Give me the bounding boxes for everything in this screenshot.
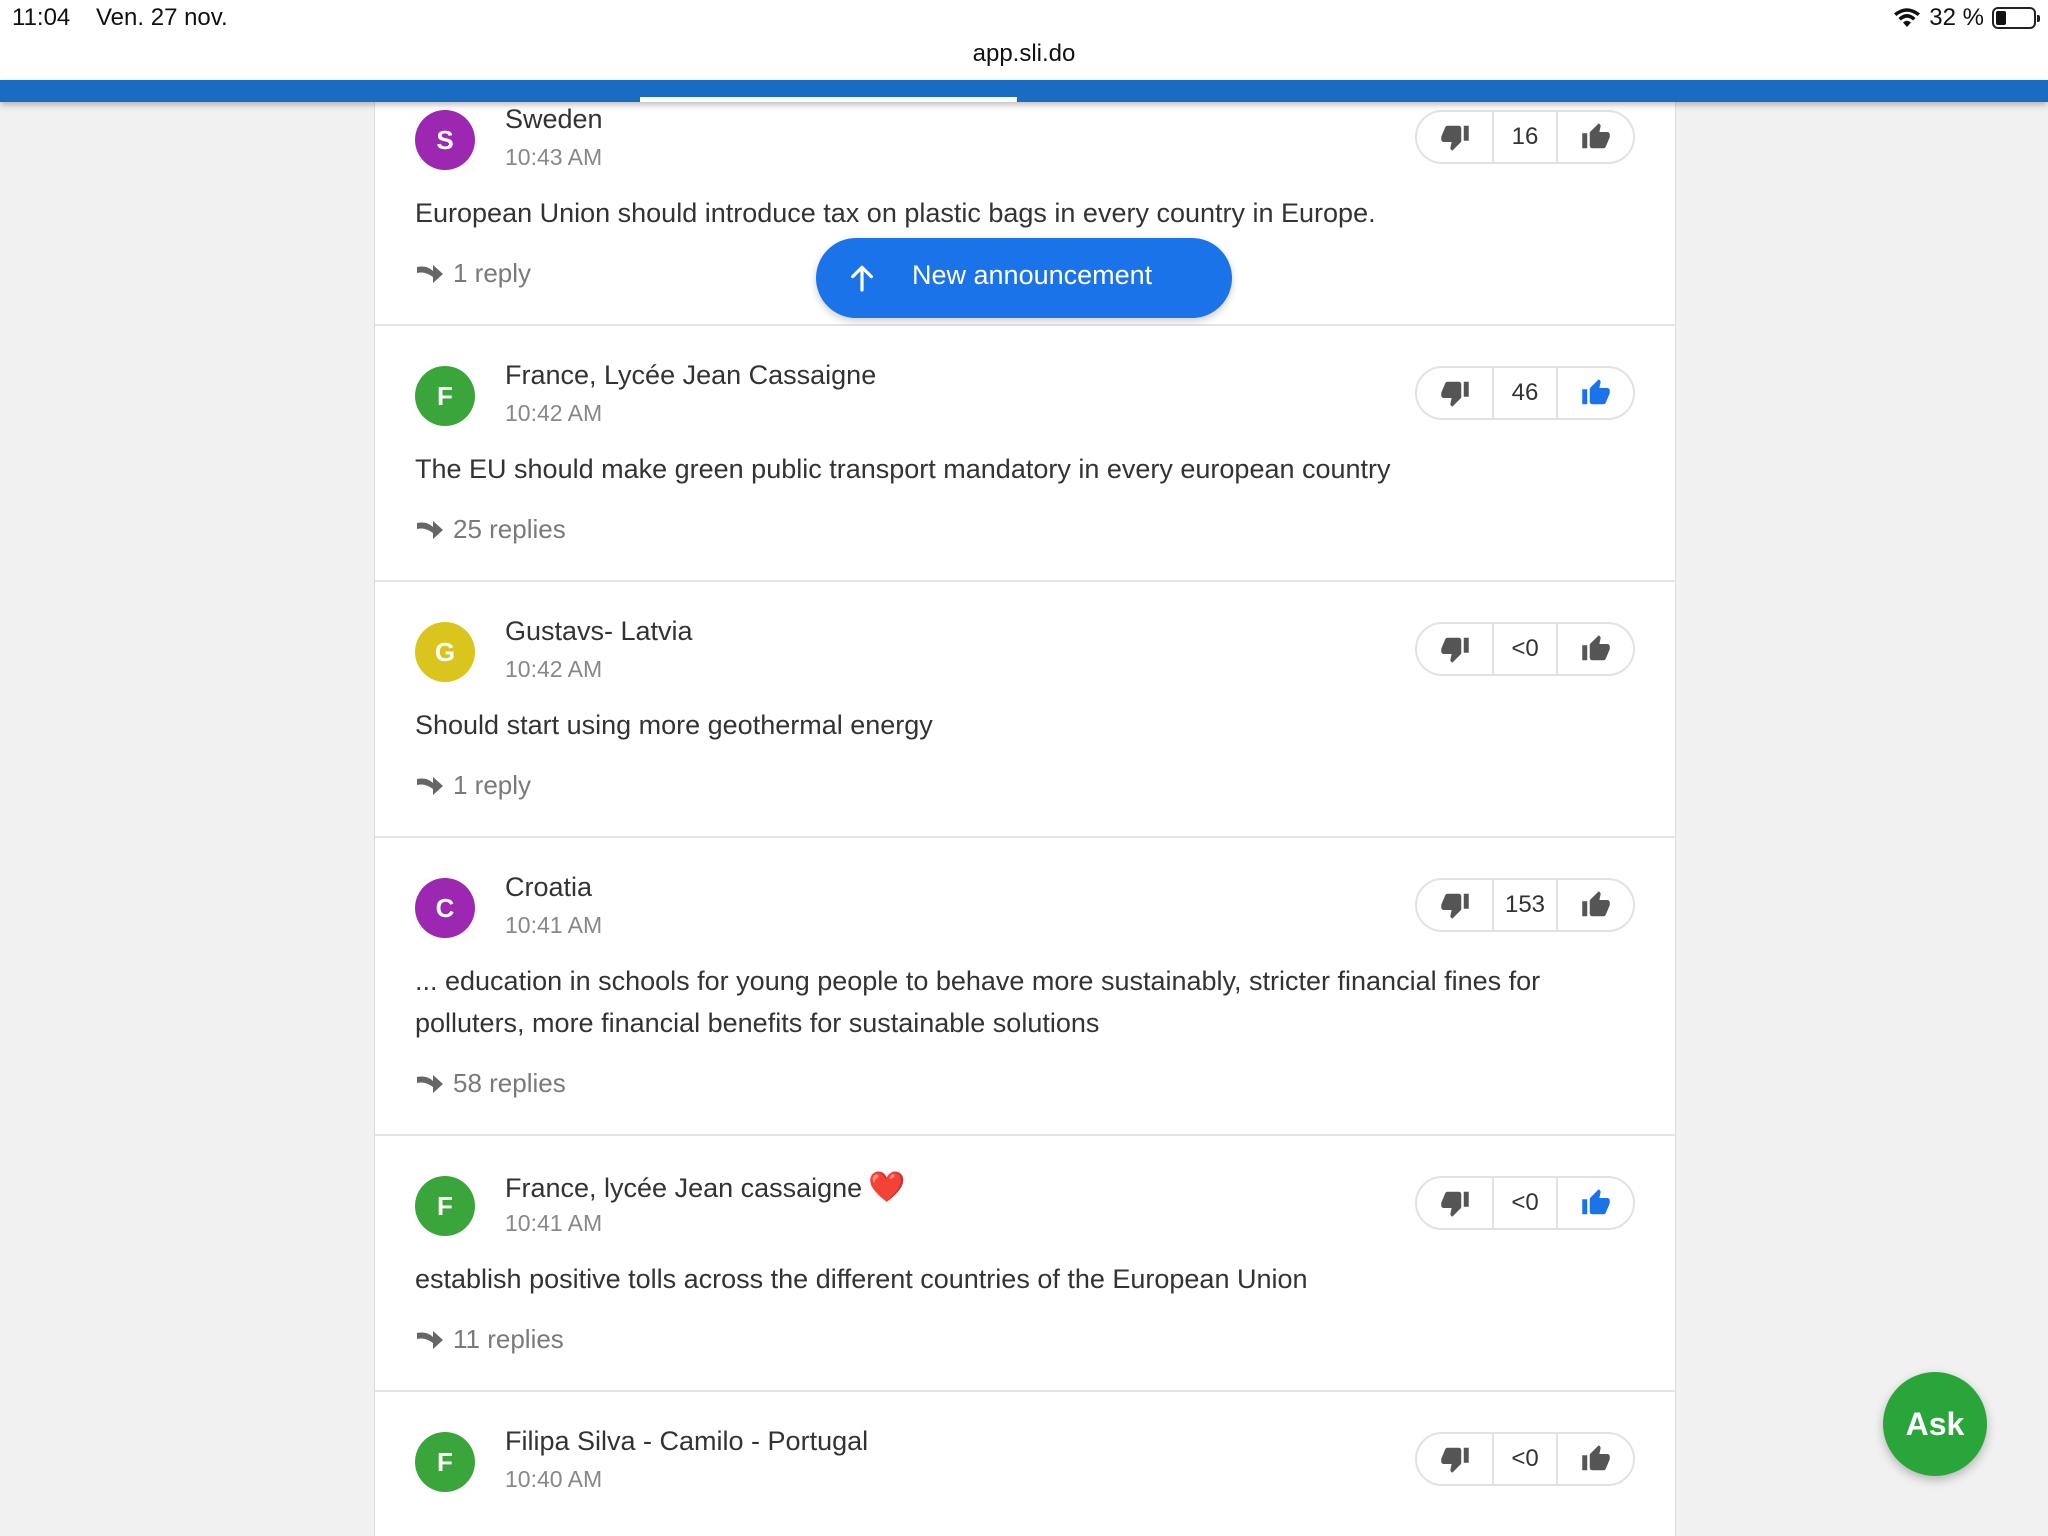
avatar: S (415, 110, 475, 170)
replies-count: 1 reply (453, 770, 532, 800)
replies-count: 25 replies (453, 514, 566, 544)
question-author: France, Lycée Jean Cassaigne (505, 360, 877, 390)
status-right: 32 % (1893, 4, 2040, 32)
tab-indicator (640, 97, 1017, 102)
thumbs-up-button[interactable] (1558, 1434, 1633, 1484)
replies-link[interactable]: 58 replies (415, 1068, 566, 1099)
thumbs-down-icon (1440, 381, 1469, 407)
thumbs-up-button[interactable] (1558, 1178, 1633, 1228)
question-author: Filipa Silva - Camilo - Portugal (505, 1426, 869, 1456)
question-author: Gustavs- Latvia (505, 616, 693, 646)
avatar: F (415, 1176, 475, 1236)
vote-control: <0 (1415, 1176, 1635, 1230)
question-text: Should start using more geothermal energ… (415, 710, 933, 740)
heart-emoji: ❤️ (868, 1171, 906, 1204)
announcement-label: New announcement (912, 260, 1153, 290)
vote-count: 46 (1492, 368, 1558, 418)
question-item: F France, lycée Jean cassaigne ❤️ 10:41 A… (375, 1136, 1675, 1392)
vote-control: 16 (1415, 110, 1635, 164)
vote-control: 153 (1415, 878, 1635, 932)
question-time: 10:41 AM (505, 1210, 603, 1236)
thumbs-up-icon (1581, 891, 1610, 917)
header-band (0, 80, 2048, 102)
thumbs-up-icon (1581, 1445, 1610, 1471)
reply-arrow-icon (417, 264, 443, 283)
vote-count: 153 (1492, 880, 1558, 930)
question-item: G Gustavs- Latvia 10:42 AM <0 Should sta… (375, 582, 1675, 838)
thumbs-up-button[interactable] (1558, 624, 1633, 674)
question-item: C Croatia 10:41 AM 153 ... education in … (375, 838, 1675, 1136)
thumbs-up-button[interactable] (1558, 368, 1633, 418)
question-text: establish positive tolls across the diff… (415, 1264, 1308, 1294)
thumbs-up-icon (1581, 123, 1610, 149)
thumbs-up-icon (1581, 635, 1610, 661)
question-time: 10:42 AM (505, 400, 603, 426)
vote-count: <0 (1492, 1178, 1558, 1228)
avatar: F (415, 366, 475, 426)
replies-link[interactable]: 11 replies (415, 1324, 564, 1355)
thumbs-up-icon (1581, 379, 1610, 405)
replies-count: 1 reply (453, 258, 532, 288)
question-time: 10:40 AM (505, 1466, 603, 1492)
avatar: F (415, 1432, 475, 1492)
thumbs-down-button[interactable] (1417, 112, 1492, 162)
vote-control: <0 (1415, 1432, 1635, 1486)
ask-button[interactable]: Ask (1883, 1372, 1987, 1476)
thumbs-up-icon (1581, 1189, 1610, 1215)
question-text: The EU should make green public transpor… (415, 454, 1391, 484)
new-announcement-button[interactable]: New announcement (816, 238, 1232, 318)
thumbs-up-button[interactable] (1558, 880, 1633, 930)
replies-count: 11 replies (453, 1324, 564, 1354)
question-text: European Union should introduce tax on p… (415, 198, 1376, 228)
vote-control: <0 (1415, 622, 1635, 676)
replies-count: 58 replies (453, 1068, 566, 1098)
status-time: 11:04 (12, 4, 71, 31)
status-bar: 11:04 Ven. 27 nov. 32 % app.sli.do (0, 0, 2048, 80)
reply-arrow-icon (417, 776, 443, 795)
thumbs-down-icon (1440, 893, 1469, 919)
thumbs-down-button[interactable] (1417, 368, 1492, 418)
vote-control: 46 (1415, 366, 1635, 420)
question-author: Croatia (505, 872, 593, 902)
replies-link[interactable]: 25 replies (415, 514, 566, 545)
reply-arrow-icon (417, 1330, 443, 1349)
question-item: F France, Lycée Jean Cassaigne 10:42 AM … (375, 326, 1675, 582)
arrow-up-icon (851, 265, 873, 292)
thumbs-down-icon (1440, 637, 1469, 663)
vote-count: <0 (1492, 624, 1558, 674)
battery-percent: 32 % (1929, 4, 1984, 31)
reply-arrow-icon (417, 520, 443, 539)
avatar: C (415, 878, 475, 938)
thumbs-down-icon (1440, 125, 1469, 151)
reply-arrow-icon (417, 1074, 443, 1093)
thumbs-down-button[interactable] (1417, 880, 1492, 930)
question-author: France, lycée Jean cassaigne ❤️ (505, 1170, 906, 1205)
replies-link[interactable]: 1 reply (415, 770, 531, 801)
thumbs-down-icon (1440, 1447, 1469, 1473)
question-time: 10:41 AM (505, 912, 603, 938)
vote-count: <0 (1492, 1434, 1558, 1484)
question-time: 10:43 AM (505, 144, 603, 170)
battery-icon (1992, 7, 2040, 29)
thumbs-down-button[interactable] (1417, 1178, 1492, 1228)
question-text: ... education in schools for young peopl… (415, 966, 1541, 1038)
thumbs-down-button[interactable] (1417, 1434, 1492, 1484)
wifi-icon (1894, 8, 1921, 27)
question-time: 10:42 AM (505, 656, 603, 682)
question-author: Sweden (505, 104, 603, 134)
question-item: F Filipa Silva - Camilo - Portugal 10:40… (375, 1392, 1675, 1536)
replies-link[interactable]: 1 reply (415, 258, 531, 289)
status-date: Ven. 27 nov. (96, 4, 228, 31)
thumbs-down-icon (1440, 1191, 1469, 1217)
avatar: G (415, 622, 475, 682)
thumbs-down-button[interactable] (1417, 624, 1492, 674)
address-url[interactable]: app.sli.do (0, 40, 2048, 68)
vote-count: 16 (1492, 112, 1558, 162)
author-name: France, lycée Jean cassaigne (505, 1173, 863, 1203)
thumbs-up-button[interactable] (1558, 112, 1633, 162)
